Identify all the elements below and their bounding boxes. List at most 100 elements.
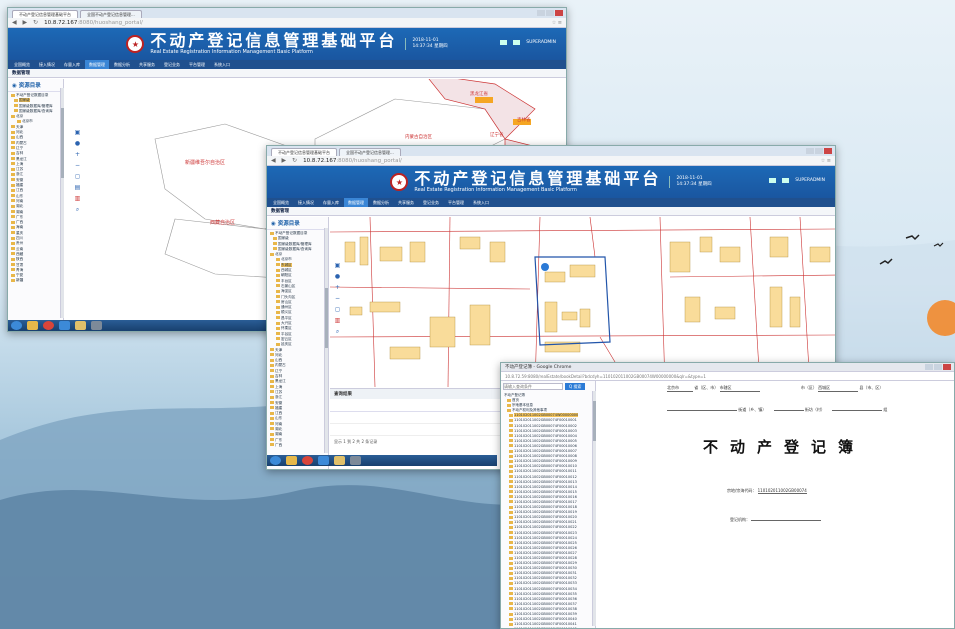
maximize-icon[interactable] [815, 148, 823, 154]
browser-menu-icon[interactable]: ☆ ≡ [552, 20, 562, 26]
layers-icon[interactable]: ▣ [334, 262, 341, 269]
browser-menu-icon[interactable]: ☆ ≡ [821, 158, 831, 164]
menu-item[interactable]: 登记业务 [160, 60, 184, 69]
folder-icon [509, 454, 513, 458]
menu-item[interactable]: 共享服务 [135, 60, 159, 69]
map-toolbar: ▣ ● + − ◻ ▥ ⌕ [334, 262, 341, 335]
folder-icon [276, 268, 280, 272]
sidebar-scrollbar[interactable] [324, 228, 328, 453]
folder-icon [270, 348, 274, 352]
folder-icon[interactable] [334, 456, 345, 465]
media-icon[interactable] [350, 456, 361, 465]
media-icon[interactable] [91, 321, 102, 330]
office-label: 登记机构： [730, 517, 750, 522]
user-area: SUPERADMIN [769, 178, 825, 183]
app-icon[interactable] [27, 321, 38, 330]
tree-item-label: 110102011002GB00074F00010020 [514, 515, 577, 520]
menu-item[interactable]: 数据管理 [344, 198, 368, 207]
menu-item[interactable]: 数据分析 [110, 60, 134, 69]
menu-item[interactable]: 全国概览 [269, 198, 293, 207]
chrome-icon[interactable] [302, 456, 313, 465]
folder-icon [11, 225, 15, 229]
tree-item[interactable]: 新疆 [11, 278, 60, 283]
tree-item-label: 110102011002GB00074F00010032 [514, 576, 577, 581]
tab-national-info[interactable]: 全国不动产登记信息管理... [339, 148, 401, 156]
ie-icon[interactable] [59, 321, 70, 330]
menu-item[interactable]: 接入情况 [294, 198, 318, 207]
minimize-icon[interactable] [806, 148, 814, 154]
menu-item[interactable]: 系统入口 [469, 198, 493, 207]
url-field[interactable]: 10.8.72.59:8080/realEstate/bookDetail?bd… [501, 372, 954, 381]
app-icon[interactable] [286, 456, 297, 465]
tab-platform[interactable]: 不动产登记信息管理基础平台 [12, 10, 78, 18]
tab-national-info[interactable]: 全国不动产登记信息管理... [80, 10, 142, 18]
menu-item[interactable]: 存量入库 [60, 60, 84, 69]
menu-item[interactable]: 平台管理 [444, 198, 468, 207]
globe-icon[interactable]: ● [74, 140, 81, 147]
folder-icon [270, 379, 274, 383]
url-field[interactable]: 10.8.72.167:8080/huoshang_portal/ [44, 20, 143, 26]
maximize-icon[interactable] [546, 10, 554, 16]
menu-item[interactable]: 共享服务 [394, 198, 418, 207]
resource-sidebar: ◉ 资源目录 不动产登记数据目录 国家级 国家级数据库/管理库 国家级数据库/查询库北… [8, 79, 64, 331]
globe-icon[interactable]: ● [334, 273, 341, 280]
message-icon[interactable] [782, 178, 790, 183]
menu-item[interactable]: 系统入口 [210, 60, 234, 69]
search-icon[interactable]: ⌕ [334, 328, 341, 335]
username[interactable]: SUPERADMIN [795, 178, 825, 183]
close-icon[interactable] [824, 148, 832, 154]
search-input[interactable] [503, 383, 563, 390]
username[interactable]: SUPERADMIN [526, 40, 556, 45]
folder-icon [509, 439, 513, 443]
sidebar-scrollbar[interactable] [60, 88, 64, 318]
print-icon[interactable]: ▤ [74, 184, 81, 191]
tab-strip: 不动产登记信息管理基础平台 全国不动产登记信息管理... [8, 8, 566, 18]
search-button[interactable]: Q 搜索 [565, 383, 586, 390]
menu-item[interactable]: 平台管理 [185, 60, 209, 69]
tree-item-label: 110102011002GB00074F00010003 [514, 428, 577, 433]
zoom-in-icon[interactable]: + [334, 284, 341, 291]
ie-icon[interactable] [318, 456, 329, 465]
close-icon[interactable] [943, 364, 951, 370]
tree-item-label: 黑龙江 [275, 379, 286, 384]
minimize-icon[interactable] [537, 10, 545, 16]
close-icon[interactable] [555, 10, 563, 16]
menu-item[interactable]: 登记业务 [419, 198, 443, 207]
menu-item[interactable]: 数据管理 [85, 60, 109, 69]
search-icon[interactable]: ⌕ [74, 206, 81, 213]
url-field[interactable]: 10.8.72.167:8080/huoshang_portal/ [303, 158, 402, 164]
tree-scrollbar[interactable] [592, 391, 596, 626]
message-icon[interactable] [513, 40, 521, 45]
nav-arrows-icon[interactable]: ◀ ▶ ↻ [271, 157, 299, 164]
zoom-in-icon[interactable]: + [74, 151, 81, 158]
tree-item-label: 山东 [275, 416, 283, 421]
folder-icon [11, 199, 15, 203]
platform-subtitle: Real Estate Registration Information Man… [150, 49, 313, 55]
measure-icon[interactable]: ◻ [74, 173, 81, 180]
home-icon[interactable] [500, 40, 508, 45]
delete-icon[interactable]: ▥ [334, 317, 341, 324]
zoom-out-icon[interactable]: − [334, 295, 341, 302]
chrome-icon[interactable] [43, 321, 54, 330]
nav-arrows-icon[interactable]: ◀ ▶ ↻ [12, 19, 40, 26]
folder-icon [11, 241, 15, 245]
layers-icon[interactable]: ▣ [74, 129, 81, 136]
minimize-icon[interactable] [925, 364, 933, 370]
start-icon[interactable] [11, 321, 22, 330]
delete-icon[interactable]: ▥ [74, 195, 81, 202]
menu-item[interactable]: 全国概览 [10, 60, 34, 69]
menu-item[interactable]: 接入情况 [35, 60, 59, 69]
menu-item[interactable]: 数据分析 [369, 198, 393, 207]
folder-icon[interactable] [75, 321, 86, 330]
tab-platform[interactable]: 不动产登记信息管理基础平台 [271, 148, 337, 156]
measure-icon[interactable]: ◻ [334, 306, 341, 313]
folder-icon [11, 252, 15, 256]
menu-item[interactable]: 存量入库 [319, 198, 343, 207]
maximize-icon[interactable] [934, 364, 942, 370]
folder-icon [17, 119, 21, 123]
tree-item-label: 江西 [275, 411, 283, 416]
zoom-out-icon[interactable]: − [74, 162, 81, 169]
home-icon[interactable] [769, 178, 777, 183]
tree-item[interactable]: 广西 [270, 443, 325, 448]
start-icon[interactable] [270, 456, 281, 465]
